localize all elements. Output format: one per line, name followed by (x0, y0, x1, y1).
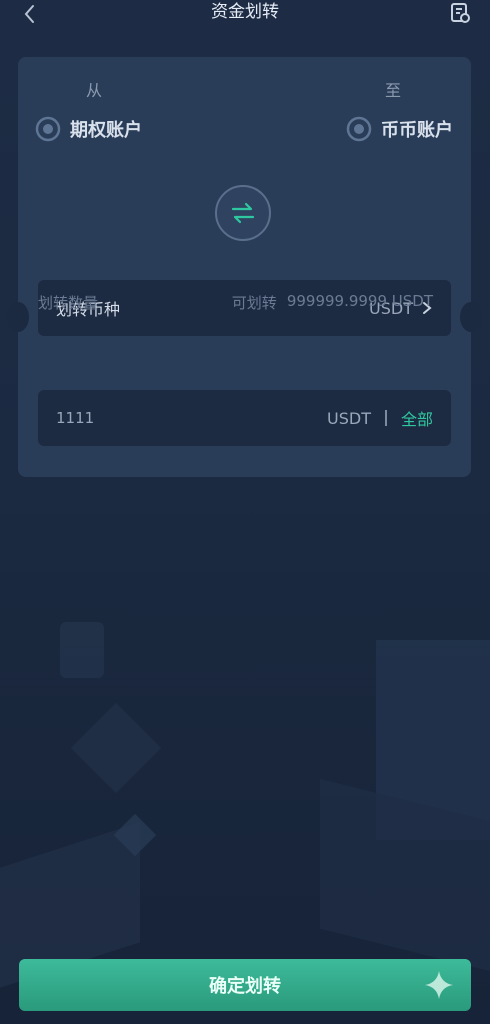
quantity-label: 划转数量 (38, 294, 99, 312)
card-notch (460, 302, 482, 332)
swap-arrows-icon (231, 202, 255, 224)
amount-input[interactable] (56, 409, 328, 427)
from-label: 从 (86, 81, 103, 100)
to-account-name: 币币账户 (381, 120, 453, 141)
transfer-card: 从 至 期权账户 币币账户 划转币种 USDT 1111 USDT 全部 (7, 57, 482, 477)
sparkle-icon (425, 971, 453, 999)
transfer-record-icon[interactable] (448, 1, 472, 25)
background-decoration (60, 622, 104, 678)
swap-direction-button[interactable] (215, 185, 271, 241)
confirm-transfer-button[interactable]: 确定划转 (19, 959, 471, 1011)
available-balance: 可划转 999999.9999 USDT (232, 292, 433, 313)
to-label: 至 (384, 81, 401, 100)
account-icon (346, 116, 372, 142)
page-title: 资金划转 (211, 2, 279, 22)
from-account-name: 期权账户 (70, 120, 142, 141)
quantity-info-row: 划转数量 可划转 999999.9999 USDT (38, 292, 433, 313)
card-notch (7, 302, 29, 332)
background-decoration (70, 702, 162, 794)
amount-input-row: USDT 全部 (38, 390, 451, 446)
available-value: 999999.9999 USDT (286, 292, 433, 310)
transfer-page: 资金划转 从 至 期权账户 币币账户 划转币种 USDT 1111 USDT 全… (0, 0, 490, 1024)
account-icon (35, 116, 61, 142)
amount-unit: USDT (327, 408, 371, 428)
to-account-selector[interactable]: 币币账户 (345, 115, 453, 143)
all-amount-button[interactable]: 全部 (401, 406, 433, 430)
confirm-label: 确定划转 (209, 976, 281, 997)
available-label: 可划转 (231, 294, 277, 312)
header-bar: 资金划转 (0, 0, 490, 36)
divider (384, 410, 387, 426)
from-account-selector[interactable]: 期权账户 (34, 115, 142, 143)
